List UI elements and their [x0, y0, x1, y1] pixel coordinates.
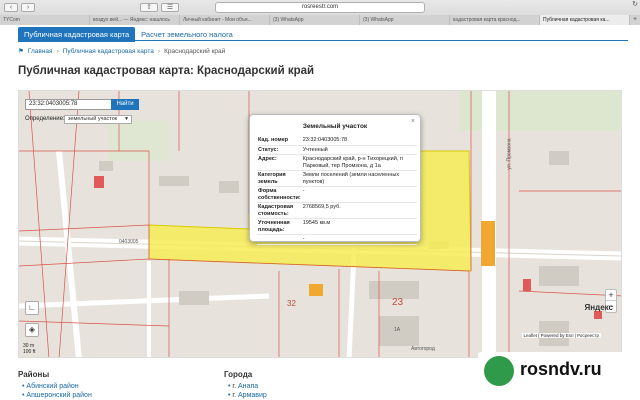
breadcrumb-map[interactable]: Публичная кадастровая карта [63, 48, 154, 55]
browser-tab[interactable]: Публичная кадастровая ка... [540, 15, 630, 25]
search-button[interactable]: Найти [111, 99, 139, 110]
breadcrumb-home[interactable]: Главная [28, 48, 53, 55]
city-link[interactable]: • г. Анапа [228, 383, 258, 390]
field-value: Земли поселений (земли населенных пункто… [301, 170, 417, 187]
cadastral-map[interactable]: ул. Промзона 0403005 23 32 1А Автогород … [18, 90, 622, 358]
tab-strip: TYCom воздух вей... — Яндекс: нашлось Личн… [0, 15, 640, 25]
table-row: Кад. номер 23:32:0403005:78 [257, 136, 417, 146]
field-label: Форма собственности: [257, 186, 302, 203]
field-label: Кад. номер [257, 136, 302, 146]
field-value: - [301, 234, 417, 245]
browser-tab[interactable]: Личный кабинет - Мои объя... [180, 15, 270, 25]
field-label: Уточненная площадь: [257, 218, 302, 235]
field-label [257, 234, 302, 245]
table-row: Кадастровая стоимость: 2768569,5 руб. [257, 202, 417, 219]
definition-label: Определение: [25, 116, 65, 122]
table-row: Адрес: Краснодарский край, р-н Тихорецкий… [257, 154, 417, 171]
breadcrumb-current: Краснодарский край [164, 47, 226, 55]
browser-tab[interactable]: TYCom [0, 15, 90, 25]
scale-bar: 30 m 100 ft [23, 343, 36, 355]
building-label: 1А [394, 327, 401, 333]
field-value: 19545 кв.м [301, 218, 417, 235]
field-value: - [301, 186, 417, 203]
field-label: Адрес: [257, 154, 302, 171]
back-icon[interactable]: ‹ [4, 3, 18, 12]
field-value: Учтенный [301, 145, 417, 155]
watermark-text: rosndv.ru [520, 359, 602, 379]
plot-label: 0403005 [119, 239, 139, 245]
browser-toolbar: ‹ › ⇧ ☰ rosreestr.com ↻ TYCom воздух вей.… [0, 0, 640, 25]
yandex-logo: Яндекс [584, 303, 613, 312]
field-label: Статус: [257, 145, 302, 155]
bookmarks-icon[interactable]: ☰ [161, 3, 179, 12]
bus-stop-label: Автогород [411, 346, 435, 352]
chevron-down-icon: ▼ [124, 116, 129, 122]
regions-title: Районы [18, 370, 50, 379]
parcel-info-table: Кад. номер 23:32:0403005:78 Статус: Учтенны… [257, 136, 417, 245]
scale-feet: 100 ft [23, 349, 36, 355]
field-value: Краснодарский край, р-н Тихорецкий, п Па… [301, 154, 417, 171]
table-row: Уточненная площадь: 19545 кв.м [257, 218, 417, 235]
field-label: Категория земель [257, 170, 302, 187]
share-icon[interactable]: ⇧ [140, 3, 158, 12]
house-logo-icon [484, 356, 514, 386]
reload-icon[interactable]: ↻ [632, 0, 638, 8]
watermark: rosndv.ru [478, 352, 638, 392]
definition-select[interactable]: земельный участок ▼ [64, 115, 132, 124]
close-icon[interactable]: × [411, 118, 415, 125]
browser-tab[interactable]: (3) WhatsApp [360, 15, 450, 25]
city-link[interactable]: • г. Армавир [228, 392, 267, 399]
new-tab-icon[interactable]: + [630, 15, 640, 25]
quarter-label: 23 [392, 297, 404, 308]
cities-title: Города [224, 370, 253, 379]
field-value: 2768569,5 руб. [301, 202, 417, 219]
table-row: Форма собственности: - [257, 186, 417, 203]
parcel-popup: × Земельный участок Кад. номер 23:32:0403… [249, 114, 421, 245]
zoom-in-button[interactable]: + [606, 290, 616, 301]
browser-tab[interactable]: (3) WhatsApp [270, 15, 360, 25]
breadcrumb-separator: › [56, 47, 59, 55]
quarter-label: 32 [287, 299, 296, 308]
browser-tab[interactable]: кадастровая карта краснод... [450, 15, 540, 25]
breadcrumb-separator: › [157, 47, 161, 55]
definition-value: земельный участок [68, 116, 118, 122]
table-row: Статус: Учтенный [257, 145, 417, 155]
region-link[interactable]: • Абинский район [22, 383, 79, 390]
layers-icon[interactable]: ◈ [25, 323, 39, 337]
forward-icon[interactable]: › [21, 3, 35, 12]
home-icon[interactable]: ⚑ [18, 47, 24, 55]
browser-tab[interactable]: воздух вей... — Яндекс: нашлось [90, 15, 180, 25]
map-attribution: Leaflet | Powered by Esri | Росреестр [521, 333, 601, 338]
popup-title: Земельный участок [302, 123, 368, 130]
table-row: Категория земель Земли поселений (земли н… [257, 170, 417, 187]
browser-tools: ⇧ ☰ [140, 3, 179, 12]
table-row: - [257, 234, 417, 245]
street-label: ул. Промзона [506, 138, 513, 170]
nav-divider [18, 40, 628, 41]
field-label: Кадастровая стоимость: [257, 202, 302, 219]
breadcrumb: ⚑ Главная › Публичная кадастровая карта … [18, 47, 226, 56]
field-value: 23:32:0403005:78 [301, 136, 417, 146]
region-link[interactable]: • Апшеронский район [22, 392, 92, 399]
page-title: Публичная кадастровая карта: Краснодарск… [18, 65, 315, 77]
ruler-icon[interactable]: ∟ [25, 301, 39, 315]
address-bar[interactable]: rosreestr.com [215, 2, 425, 13]
browser-nav: ‹ › [4, 3, 35, 12]
